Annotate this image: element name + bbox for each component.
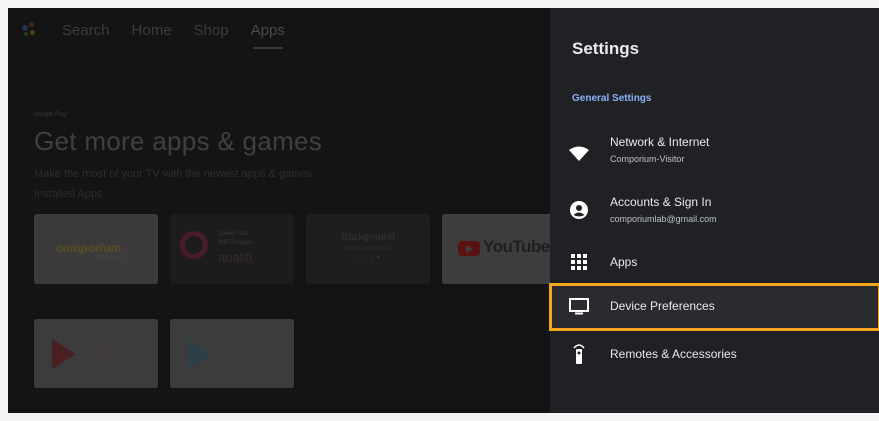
accounts-sub: comporiumlab@gmail.com [610, 214, 717, 224]
app-tile-background[interactable]: Background Apps & Process List ✓ ✓ ✓ ♥ [306, 214, 430, 284]
installed-apps-label: Installed Apps [34, 188, 103, 200]
apps-label: Apps [610, 255, 638, 269]
youtube-wordmark: YouTube [483, 237, 550, 256]
speed-line1: Speed Test [218, 231, 248, 237]
settings-panel: Settings General Settings Network & Inte… [550, 8, 879, 413]
background-line1: Apps & Process List [345, 246, 391, 252]
store-line2: Store [222, 354, 239, 361]
youtube-play-icon [458, 241, 480, 256]
top-nav: Search Home Shop Apps [20, 20, 285, 49]
nav-tab-search[interactable]: Search [62, 22, 110, 39]
google-assistant-icon[interactable] [20, 20, 40, 40]
play-store-icon [188, 339, 212, 369]
hero-subtitle: Make the most of your TV with the newest… [34, 168, 312, 180]
settings-item-accounts[interactable]: Accounts & Sign In comporiumlab@gmail.co… [550, 188, 879, 238]
account-icon [569, 200, 589, 220]
app-tile-play-movies[interactable]: Google Play Movies & TV [34, 319, 158, 388]
settings-item-apps[interactable]: Apps [550, 244, 879, 278]
general-settings-header: General Settings [572, 93, 652, 104]
comporium-sub: STREAM TV [96, 255, 125, 261]
analiti-logo-icon [180, 231, 208, 259]
accounts-label: Accounts & Sign In [610, 195, 712, 209]
app-tile-play-store[interactable]: Google Play Store [170, 319, 294, 388]
speed-line2: WiFi Analyze [218, 240, 253, 246]
network-label: Network & Internet [610, 135, 710, 149]
background-line2: ✓ ✓ ✓ ♥ [356, 255, 380, 261]
focus-highlight [549, 283, 879, 331]
movies-line1: Google Play [86, 344, 125, 351]
tv-screen: Search Home Shop Apps Google Play Get mo… [8, 8, 879, 413]
apps-grid-icon [569, 252, 589, 272]
home-screen-dimmed: Search Home Shop Apps Google Play Get mo… [8, 8, 562, 413]
movies-line2: Movies & TV [86, 354, 126, 361]
speed-brand: analiti [218, 250, 252, 265]
app-tile-youtube[interactable]: YouTube [442, 214, 562, 284]
hero-title: Get more apps & games [34, 126, 323, 156]
settings-item-network[interactable]: Network & Internet Comporium-Visitor [550, 128, 879, 178]
store-line1: Google Play [222, 344, 261, 351]
wifi-icon [569, 144, 589, 164]
settings-title: Settings [572, 39, 640, 58]
app-tile-speed-test[interactable]: Speed Test WiFi Analyze analiti [170, 214, 294, 284]
remotes-label: Remotes & Accessories [610, 347, 737, 361]
network-sub: Comporium-Visitor [610, 154, 685, 164]
comporium-logo: comporium [56, 241, 122, 255]
play-movies-icon [52, 339, 76, 369]
nav-tab-shop[interactable]: Shop [194, 22, 229, 39]
nav-tab-home[interactable]: Home [132, 22, 172, 39]
google-play-tag: Google Play [34, 112, 67, 118]
background-title: Background [341, 232, 395, 243]
nav-tab-apps[interactable]: Apps [251, 22, 285, 49]
remote-icon [569, 344, 589, 364]
app-tile-comporium[interactable]: comporium STREAM TV [34, 214, 158, 284]
settings-item-remotes[interactable]: Remotes & Accessories [550, 336, 879, 376]
